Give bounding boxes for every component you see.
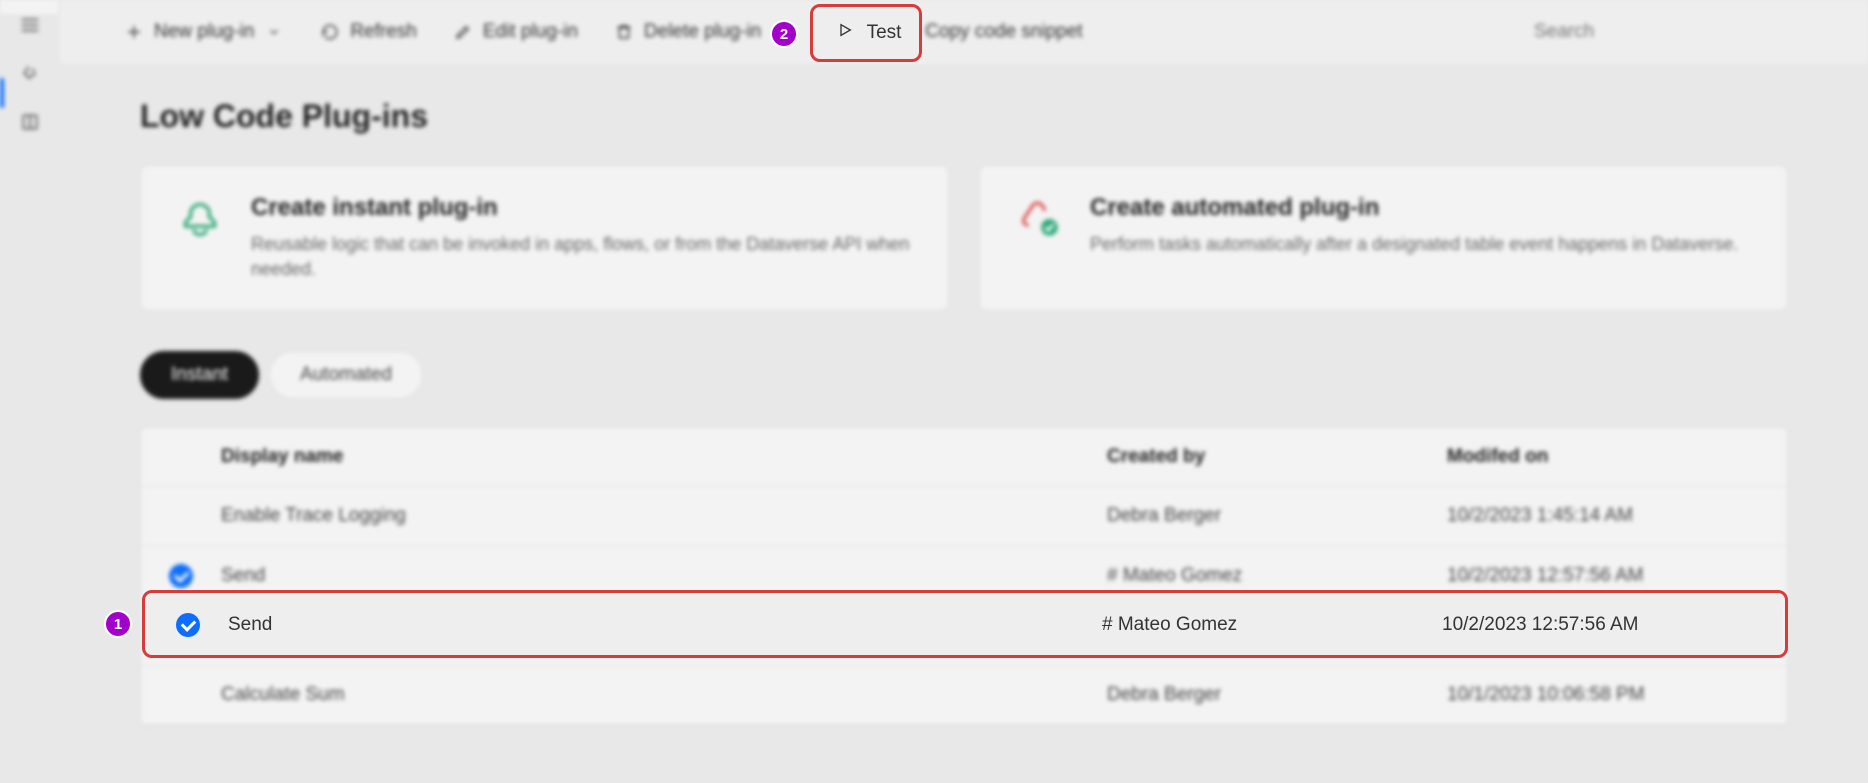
play-icon bbox=[837, 22, 853, 44]
trash-icon bbox=[614, 22, 634, 42]
instant-icon bbox=[175, 194, 225, 244]
hamburger-icon[interactable] bbox=[19, 14, 41, 36]
new-plugin-button[interactable]: New plug-in bbox=[110, 13, 298, 51]
delete-label: Delete plug-in bbox=[644, 21, 761, 43]
book-icon[interactable] bbox=[19, 112, 41, 132]
col-display-name: Display name bbox=[221, 446, 1107, 468]
check-icon[interactable] bbox=[176, 613, 200, 637]
delete-plugin-button[interactable]: Delete plug-in bbox=[600, 13, 775, 51]
instant-card-text: Create instant plug-in Reusable logic th… bbox=[251, 194, 914, 282]
cell-by: Debra Berger bbox=[1107, 684, 1447, 706]
col-modified-on: Modifed on bbox=[1447, 446, 1787, 468]
callout-1: 1 bbox=[104, 610, 132, 638]
cell-by: # Mateo Gomez bbox=[1102, 614, 1442, 636]
tabs: Instant Automated bbox=[140, 351, 1788, 399]
table-row[interactable]: Enable Trace Logging Debra Berger 10/2/2… bbox=[141, 487, 1787, 546]
plus-icon bbox=[124, 22, 144, 42]
automated-card-title: Create automated plug-in bbox=[1090, 194, 1738, 222]
cell-by: Debra Berger bbox=[1107, 505, 1447, 527]
table-header: Display name Created by Modifed on bbox=[141, 428, 1787, 487]
automated-card-text: Create automated plug-in Perform tasks a… bbox=[1090, 194, 1738, 257]
tab-instant[interactable]: Instant bbox=[140, 351, 259, 399]
active-indicator bbox=[0, 78, 4, 108]
automated-card-desc: Perform tasks automatically after a desi… bbox=[1090, 232, 1738, 257]
plugins-table: Display name Created by Modifed on Enabl… bbox=[140, 427, 1788, 726]
cell-by: # Mateo Gomez bbox=[1107, 565, 1447, 587]
cell-on: 10/2/2023 12:57:56 AM bbox=[1447, 565, 1787, 587]
edit-plugin-button[interactable]: Edit plug-in bbox=[439, 13, 592, 51]
cell-on: 10/2/2023 1:45:14 AM bbox=[1447, 505, 1787, 527]
page-body: Low Code Plug-ins Create instant plug-in… bbox=[60, 64, 1868, 132]
chevron-down-icon bbox=[264, 22, 284, 42]
selected-row[interactable]: Send # Mateo Gomez 10/2/2023 12:57:56 AM bbox=[148, 595, 1782, 655]
create-automated-card[interactable]: Create automated plug-in Perform tasks a… bbox=[979, 165, 1788, 311]
cell-name: Calculate Sum bbox=[221, 684, 1107, 706]
check-icon[interactable] bbox=[169, 564, 193, 588]
cell-name: Enable Trace Logging bbox=[221, 505, 1107, 527]
create-instant-card[interactable]: Create instant plug-in Reusable logic th… bbox=[140, 165, 949, 311]
cards-row: Create instant plug-in Reusable logic th… bbox=[140, 165, 1788, 311]
test-button[interactable]: Test bbox=[820, 11, 918, 55]
search-input[interactable] bbox=[1518, 12, 1838, 52]
copy-label: Copy code snippet bbox=[925, 21, 1082, 43]
page-title: Low Code Plug-ins bbox=[140, 98, 1788, 135]
cell-name: Send bbox=[221, 565, 1107, 587]
new-plugin-label: New plug-in bbox=[154, 21, 254, 43]
edit-label: Edit plug-in bbox=[483, 21, 578, 43]
edit-icon bbox=[453, 22, 473, 42]
tab-automated[interactable]: Automated bbox=[269, 351, 423, 399]
instant-card-desc: Reusable logic that can be invoked in ap… bbox=[251, 232, 914, 282]
col-created-by: Created by bbox=[1107, 446, 1447, 468]
table-row[interactable]: Calculate Sum Debra Berger 10/1/2023 10:… bbox=[141, 666, 1787, 725]
plugin-icon[interactable] bbox=[19, 64, 41, 84]
refresh-label: Refresh bbox=[350, 21, 417, 43]
refresh-button[interactable]: Refresh bbox=[306, 13, 431, 51]
toolbar: New plug-in Refresh Edit plug-in Delete … bbox=[60, 0, 1868, 64]
cell-on: 10/1/2023 10:06:58 PM bbox=[1447, 684, 1787, 706]
left-rail bbox=[0, 0, 60, 14]
cell-name: Send bbox=[228, 614, 1102, 636]
instant-card-title: Create instant plug-in bbox=[251, 194, 914, 222]
test-label: Test bbox=[867, 22, 902, 44]
cell-on: 10/2/2023 12:57:56 AM bbox=[1442, 614, 1782, 636]
automated-icon bbox=[1014, 194, 1064, 244]
refresh-icon bbox=[320, 22, 340, 42]
